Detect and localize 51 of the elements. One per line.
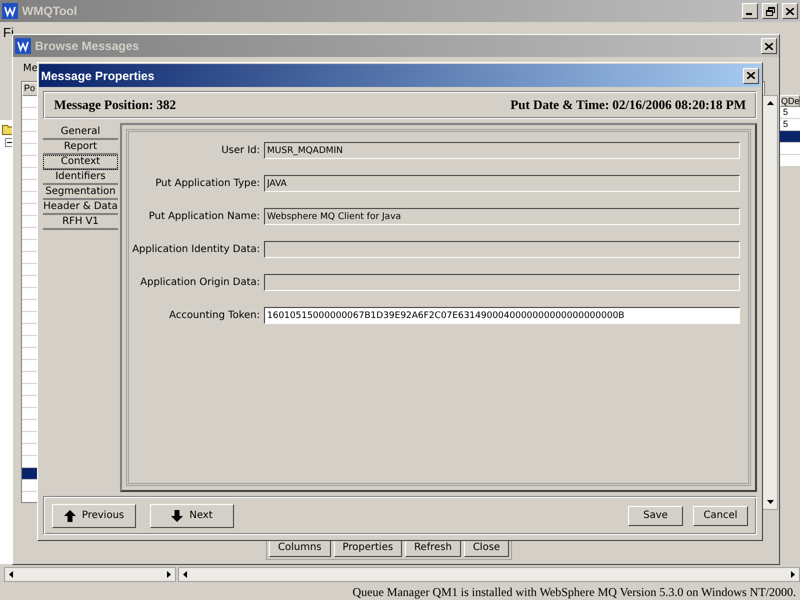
down-arrow-icon xyxy=(766,500,774,504)
window-title: Browse Messages xyxy=(35,39,140,53)
restore-icon xyxy=(766,6,774,16)
field-label: User Id: xyxy=(220,145,260,156)
button[interactable]: Save xyxy=(628,506,683,526)
tab[interactable]: RFH V1 xyxy=(43,215,118,230)
left-arrow-icon xyxy=(183,571,187,578)
close-icon xyxy=(786,8,794,14)
field-label: Accounting Token: xyxy=(168,310,260,321)
label: Me xyxy=(23,63,38,74)
right-arrow-icon xyxy=(791,571,795,578)
status-bar-text: Queue Manager QM1 is installed with WebSphere MQ Version 5.3.0 on Windows NT/2000. xyxy=(352,585,796,600)
field-label: Application Identity Data: xyxy=(131,244,260,255)
app-logo-icon xyxy=(2,3,18,19)
tab[interactable]: Report xyxy=(43,140,118,155)
horizontal-scrollbar[interactable] xyxy=(4,567,176,582)
table-row[interactable]: 5 xyxy=(780,119,800,131)
input-field[interactable]: 16010515000000067B1D39E92A6F2C07E6314900040000000000000000000B xyxy=(264,307,740,324)
tab[interactable]: General xyxy=(43,125,118,140)
input-field[interactable]: Websphere MQ Client for Java xyxy=(264,208,740,225)
up-arrow-icon xyxy=(64,510,76,522)
tab[interactable]: Segmentation xyxy=(43,185,118,200)
right-arrow-icon xyxy=(167,571,171,578)
vertical-scrollbar[interactable] xyxy=(762,95,778,510)
down-arrow-icon xyxy=(171,510,184,522)
put-date-time: Put Date & Time: 02/16/2006 08:20:18 PM xyxy=(510,97,746,113)
field-label: Put Application Name: xyxy=(148,211,260,222)
field-label: Application Origin Data: xyxy=(139,277,260,288)
close-button[interactable] xyxy=(743,68,759,84)
horizontal-scrollbar[interactable] xyxy=(178,567,800,582)
button[interactable]: Cancel xyxy=(693,506,748,526)
app-logo-icon xyxy=(15,38,31,54)
input-field[interactable] xyxy=(264,274,740,291)
table-row[interactable]: 5 xyxy=(780,107,800,119)
column-header[interactable]: QDe xyxy=(780,95,800,107)
tab[interactable]: Context xyxy=(43,155,118,170)
close-icon xyxy=(765,42,773,50)
left-arrow-icon xyxy=(9,571,13,578)
button[interactable]: Next xyxy=(150,504,234,528)
table-row[interactable] xyxy=(780,131,800,143)
dialog-title: Message Properties xyxy=(41,68,154,82)
input-field[interactable] xyxy=(264,241,740,258)
message-position: Message Position: 382 xyxy=(54,97,176,113)
field-label: Put Application Type: xyxy=(154,178,260,189)
input-field[interactable]: MUSR_MQADMIN xyxy=(264,142,740,159)
close-icon xyxy=(747,72,755,79)
tab[interactable]: Header & Data xyxy=(43,200,118,215)
tab[interactable]: Identifiers xyxy=(43,170,118,185)
button[interactable]: Previous xyxy=(52,504,136,528)
up-arrow-icon xyxy=(766,101,774,105)
window-title: WMQTool xyxy=(22,4,78,18)
